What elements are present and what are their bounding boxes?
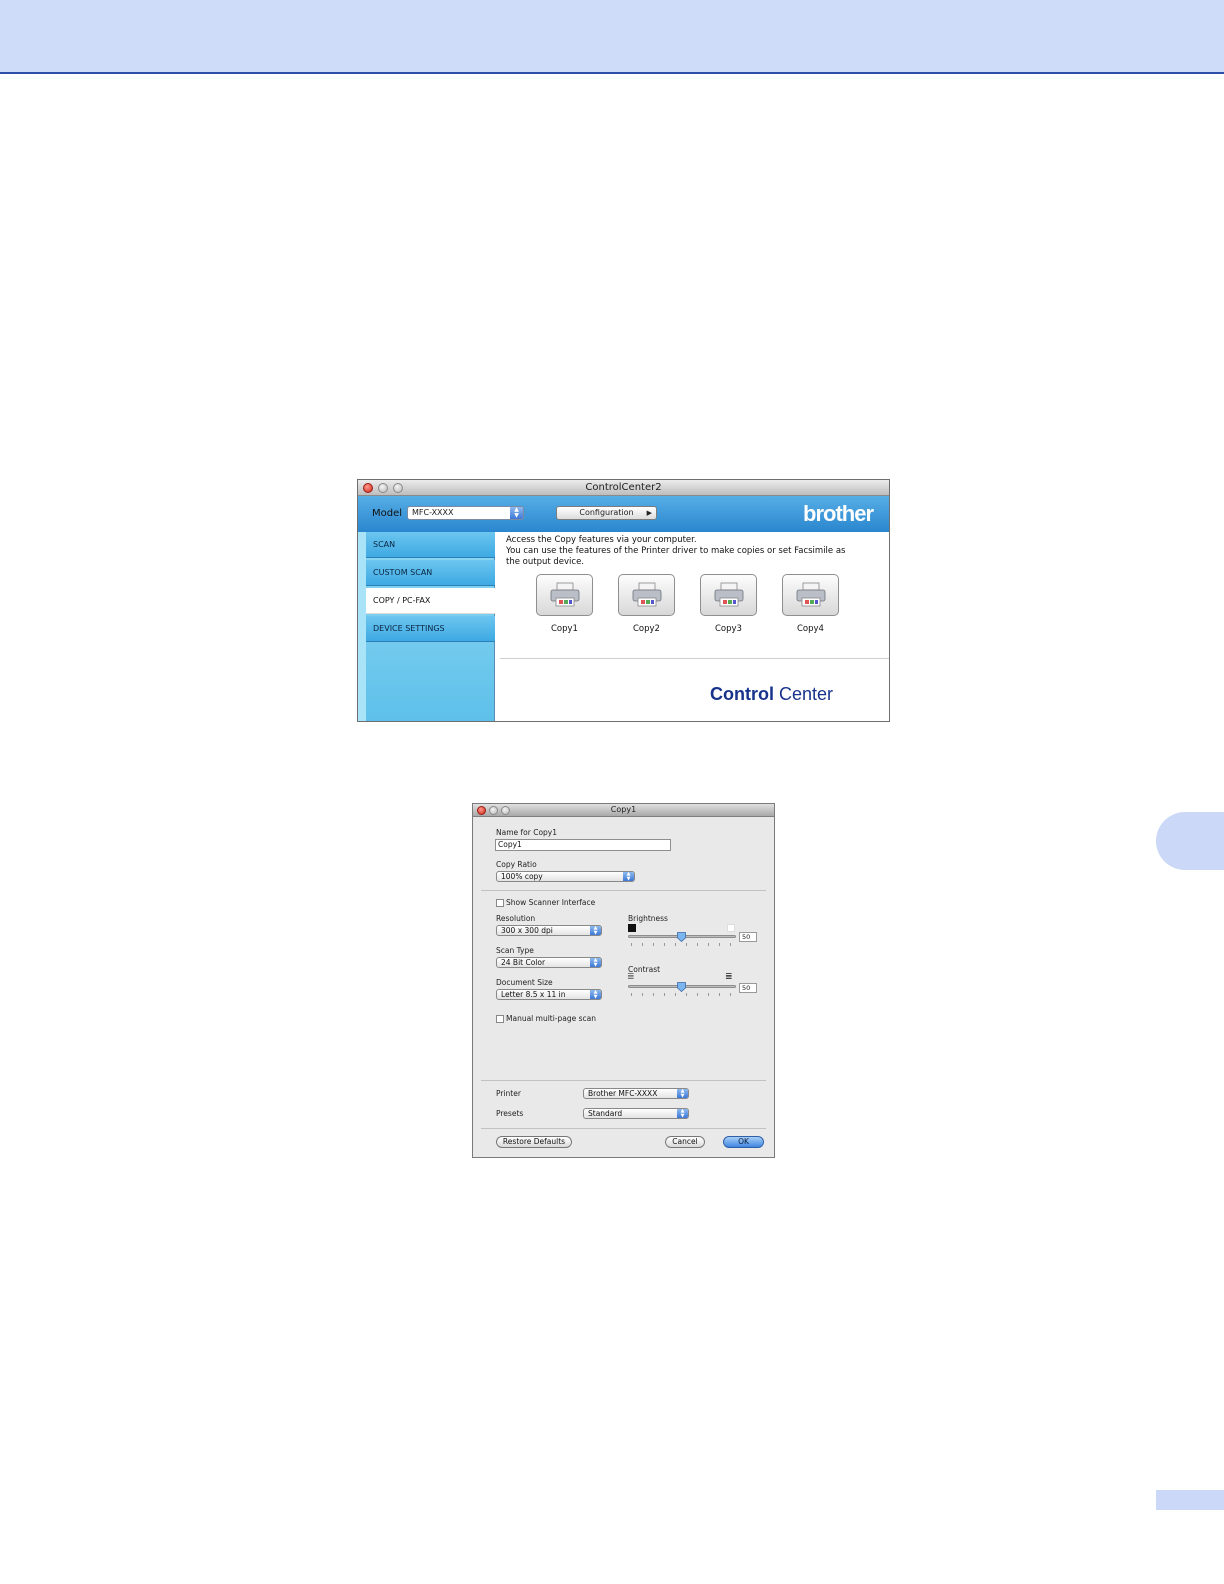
select-arrows-icon: ▲ ▼: [590, 958, 601, 968]
scan-type-value: 24 Bit Color: [501, 958, 546, 967]
copy1-dialog: Copy1 Name for Copy1 Copy1 Copy Ratio 10…: [472, 803, 775, 1158]
sidebar-item-custom-scan[interactable]: CUSTOM SCAN: [366, 560, 495, 586]
ok-button[interactable]: OK: [723, 1136, 764, 1148]
model-select[interactable]: MFC-XXXX ▲ ▼: [407, 506, 524, 520]
sidebar-item-label: DEVICE SETTINGS: [373, 624, 445, 633]
copy-ratio-select[interactable]: 100% copy ▲ ▼: [496, 871, 635, 882]
printer-icon: [714, 582, 744, 607]
contrast-value-field[interactable]: 50: [739, 983, 757, 993]
brightness-label: Brightness: [628, 914, 668, 923]
sidebar-item-copy-pc-fax[interactable]: COPY / PC-FAX: [366, 588, 495, 614]
document-size-label: Document Size: [496, 978, 553, 987]
divider: [481, 1128, 766, 1129]
printer-value: Brother MFC-XXXX: [588, 1089, 658, 1098]
contrast-ticks: [631, 993, 731, 996]
description-line: Access the Copy features via your comput…: [506, 535, 697, 545]
manual-page: ControlCenter2 Model MFC-XXXX ▲ ▼ Configu…: [0, 0, 1224, 1584]
window-title: ControlCenter2: [585, 482, 662, 493]
light-swatch-icon: [727, 924, 735, 932]
sidebar-item-label: COPY / PC-FAX: [373, 596, 431, 605]
window-titlebar: ControlCenter2: [358, 480, 889, 496]
sidebar-strip: [358, 532, 366, 721]
page-number-box: [1156, 1490, 1224, 1510]
sidebar-item-label: CUSTOM SCAN: [373, 568, 433, 577]
resolution-select[interactable]: 300 x 300 dpi ▲ ▼: [496, 925, 602, 936]
manual-multipage-label: Manual multi-page scan: [506, 1014, 597, 1023]
copy2-button[interactable]: [618, 574, 675, 616]
chapter-tab: [1156, 812, 1224, 870]
brightness-slider-knob[interactable]: [677, 932, 686, 942]
logo-bold-text: Control: [710, 684, 774, 704]
control-center-logo: Control Center: [710, 684, 833, 705]
scan-type-select[interactable]: 24 Bit Color ▲ ▼: [496, 957, 602, 968]
configuration-label: Configuration: [579, 508, 634, 517]
logo-light-text: Center: [773, 684, 834, 704]
sidebar-item-device-settings[interactable]: DEVICE SETTINGS: [366, 616, 495, 642]
sidebar: SCAN CUSTOM SCAN COPY / PC-FAX DEVICE SE…: [358, 532, 495, 721]
printer-icon: [796, 582, 826, 607]
resolution-value: 300 x 300 dpi: [501, 926, 553, 935]
divider: [481, 890, 766, 891]
copy-ratio-value: 100% copy: [501, 872, 543, 881]
high-contrast-icon: ≣: [725, 972, 733, 982]
select-arrows-icon: ▲ ▼: [677, 1089, 688, 1099]
divider: [500, 658, 889, 659]
copy4-button[interactable]: [782, 574, 839, 616]
select-arrows-icon: ▲ ▼: [677, 1109, 688, 1119]
sidebar-item-scan[interactable]: SCAN: [366, 532, 495, 558]
name-label: Name for Copy1: [496, 828, 558, 837]
restore-defaults-button[interactable]: Restore Defaults: [496, 1136, 572, 1148]
presets-select[interactable]: Standard ▲ ▼: [583, 1108, 689, 1119]
select-arrows-icon: ▲ ▼: [590, 926, 601, 936]
copy2-label: Copy2: [633, 624, 660, 634]
copy1-button[interactable]: [536, 574, 593, 616]
sidebar-item-label: SCAN: [373, 540, 396, 549]
printer-icon: [550, 582, 580, 607]
triangle-right-icon: ▶: [646, 509, 652, 517]
select-arrows-icon: ▲ ▼: [510, 507, 523, 519]
show-scanner-interface-label: Show Scanner Interface: [506, 898, 596, 907]
scan-type-label: Scan Type: [496, 946, 534, 955]
dialog-titlebar: Copy1: [473, 804, 774, 817]
select-arrows-icon: ▲ ▼: [590, 990, 601, 1000]
copy3-button[interactable]: [700, 574, 757, 616]
brightness-ticks: [631, 943, 731, 946]
show-scanner-interface-checkbox[interactable]: [496, 899, 504, 907]
copy-ratio-label: Copy Ratio: [496, 860, 537, 869]
contrast-slider-knob[interactable]: [677, 982, 686, 992]
brightness-value-field[interactable]: 50: [739, 932, 757, 942]
divider: [481, 1080, 766, 1081]
copy3-label: Copy3: [715, 624, 742, 634]
main-panel: Access the Copy features via your comput…: [496, 532, 889, 721]
copy4-label: Copy4: [797, 624, 824, 634]
controlcenter-window: ControlCenter2 Model MFC-XXXX ▲ ▼ Configu…: [357, 479, 890, 722]
brother-logo: brother: [803, 501, 874, 526]
printer-label: Printer: [496, 1089, 521, 1098]
manual-multipage-checkbox[interactable]: [496, 1015, 504, 1023]
cancel-button[interactable]: Cancel: [665, 1136, 705, 1148]
description-line: You can use the features of the Printer …: [506, 546, 846, 556]
document-size-select[interactable]: Letter 8.5 x 11 in ▲ ▼: [496, 989, 602, 1000]
low-contrast-icon: ≣: [627, 972, 635, 982]
document-size-value: Letter 8.5 x 11 in: [501, 990, 566, 999]
model-select-value: MFC-XXXX: [412, 508, 454, 517]
dark-swatch-icon: [628, 924, 636, 932]
controlcenter-header: Model MFC-XXXX ▲ ▼ Configuration ▶ brothe…: [358, 496, 889, 532]
copy-description: Access the Copy features via your comput…: [506, 535, 886, 568]
dialog-title: Copy1: [610, 805, 637, 814]
model-label: Model: [372, 508, 403, 519]
printer-icon: [632, 582, 662, 607]
copy1-label: Copy1: [551, 624, 578, 634]
select-arrows-icon: ▲ ▼: [623, 872, 634, 882]
description-line: the output device.: [506, 557, 585, 567]
resolution-label: Resolution: [496, 914, 536, 923]
name-field[interactable]: Copy1: [495, 839, 671, 851]
configuration-button[interactable]: Configuration ▶: [556, 506, 657, 520]
presets-value: Standard: [588, 1109, 623, 1118]
presets-label: Presets: [496, 1109, 524, 1118]
page-header-band: [0, 0, 1224, 74]
printer-select[interactable]: Brother MFC-XXXX ▲ ▼: [583, 1088, 689, 1099]
